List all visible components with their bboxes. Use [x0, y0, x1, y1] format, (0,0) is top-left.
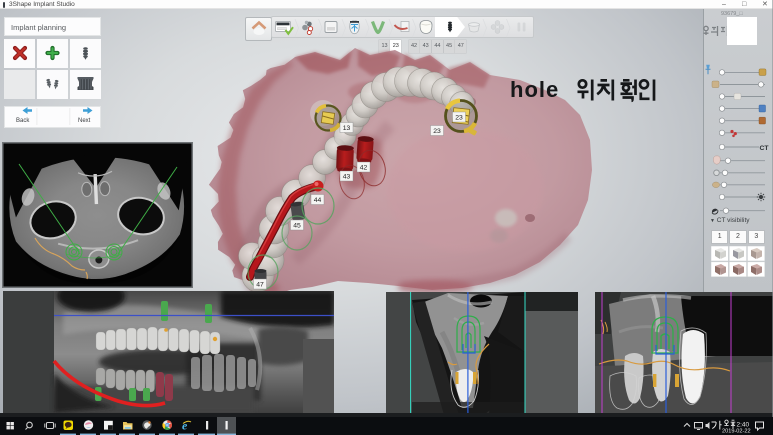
svg-text:47: 47: [256, 282, 264, 289]
svg-text:e: e: [182, 419, 188, 433]
svg-text:23: 23: [455, 115, 463, 122]
svg-text:44: 44: [314, 197, 322, 204]
svg-text:2:40: 2:40: [737, 421, 750, 428]
svg-text:23: 23: [433, 128, 441, 135]
svg-text:43: 43: [343, 174, 351, 181]
svg-text:2019-02-22: 2019-02-22: [722, 429, 751, 435]
svg-text:13: 13: [343, 125, 351, 132]
svg-text:CT: CT: [760, 145, 770, 152]
svg-text:42: 42: [360, 165, 368, 172]
svg-text:45: 45: [293, 223, 301, 230]
